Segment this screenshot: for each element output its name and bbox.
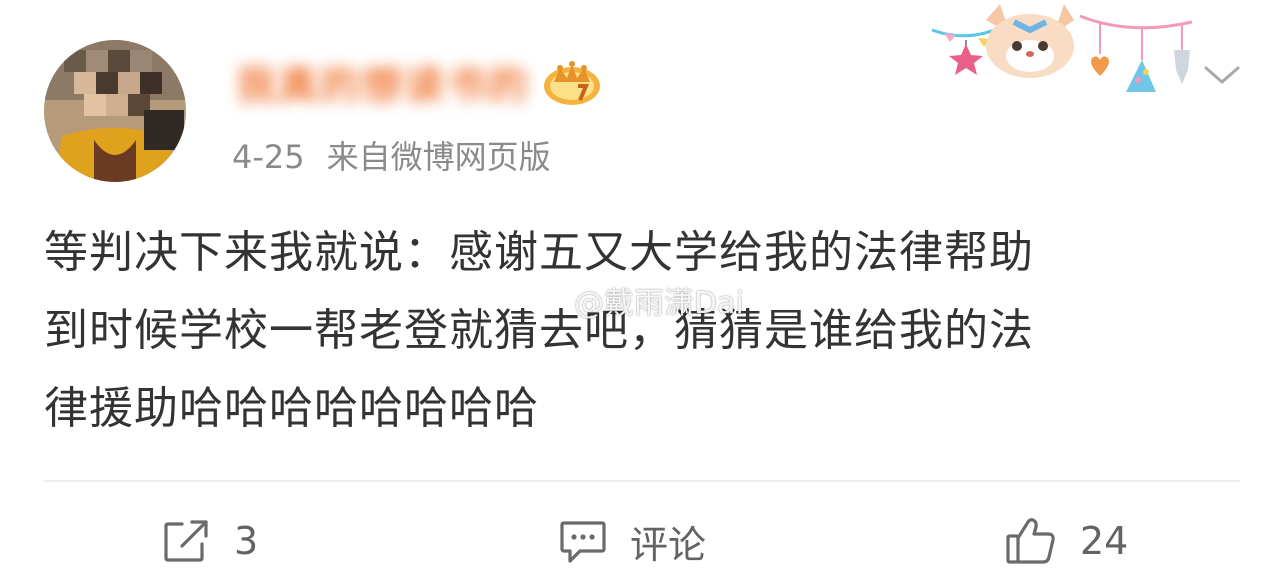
crown-badge-icon[interactable] <box>540 56 604 108</box>
avatar[interactable] <box>44 40 186 182</box>
repost-icon <box>164 520 208 562</box>
username[interactable]: 我真的想读书的 <box>236 53 530 111</box>
chevron-down-icon[interactable] <box>1200 60 1244 90</box>
like-button[interactable]: 24 <box>1004 506 1128 576</box>
content-line: 到时候学校一帮老登就猜去吧，猜猜是谁给我的法 <box>44 305 1034 356</box>
repost-count: 3 <box>234 519 259 563</box>
cartoon-fox-bunting-decoration <box>931 4 1193 92</box>
content-line: 律援助哈哈哈哈哈哈哈哈 <box>44 383 539 434</box>
post-content: 等判决下来我就说：感谢五又大学给我的法律帮助 到时候学校一帮老登就猜去吧，猜猜是… <box>44 214 1214 448</box>
thumbs-up-icon <box>1006 518 1055 564</box>
repost-button[interactable]: 3 <box>162 506 258 576</box>
action-bar: 3 评论 24 <box>0 506 1280 576</box>
content-line: 等判决下来我就说：感谢五又大学给我的法律帮助 <box>44 227 1034 278</box>
comment-label: 评论 <box>630 522 707 567</box>
post-source: 来自微博网页版 <box>326 138 551 176</box>
like-count: 24 <box>1080 519 1129 563</box>
comment-icon <box>560 521 606 563</box>
weibo-post: 我真的想读书的 4-25 来自微博网页版 等判决下来我就说：感谢五又大学给我的法… <box>0 0 1280 588</box>
username-row: 我真的想读书的 <box>236 53 604 111</box>
post-time: 4-25 <box>232 138 305 176</box>
comment-button[interactable]: 评论 <box>558 506 706 576</box>
divider <box>44 480 1240 482</box>
post-meta: 4-25 来自微博网页版 <box>232 132 551 178</box>
